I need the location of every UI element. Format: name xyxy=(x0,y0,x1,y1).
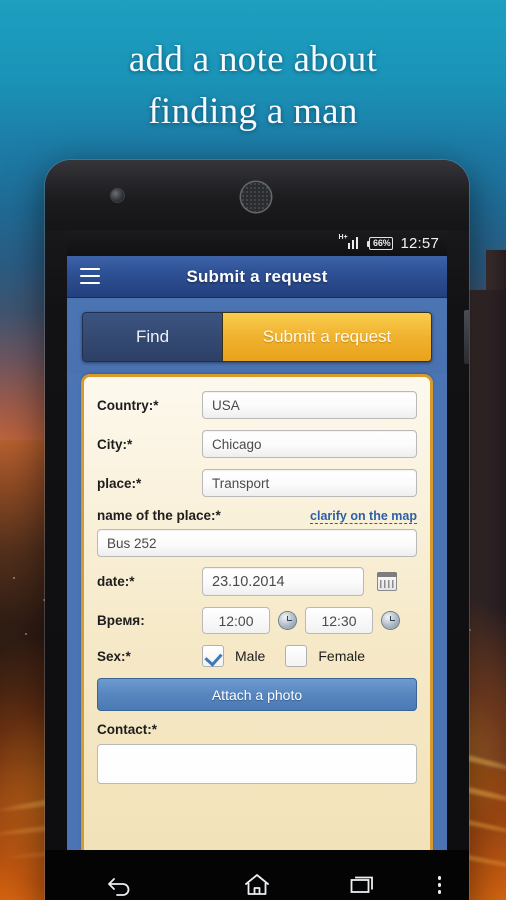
field-row-country: Country:* USA xyxy=(97,391,417,419)
phone-screen: H+ 66% 12:57 Submit a request Find Submi… xyxy=(67,230,447,850)
field-row-city: City:* Chicago xyxy=(97,430,417,458)
power-button[interactable] xyxy=(464,310,469,364)
time-to-input[interactable]: 12:30 xyxy=(305,607,373,634)
female-label: Female xyxy=(318,648,366,664)
place-name-label: name of the place:* xyxy=(97,508,221,523)
field-row-place: place:* Transport xyxy=(97,469,417,497)
phone-top-bezel xyxy=(45,160,469,230)
signal-bars-icon: H+ xyxy=(339,234,363,249)
field-row-time: Время: 12:00 12:30 xyxy=(97,607,417,634)
place-name-input[interactable]: Bus 252 xyxy=(97,529,417,557)
contact-label: Contact:* xyxy=(97,722,157,737)
promo-headline: add a note about finding a man xyxy=(0,34,506,138)
headline-line-2: finding a man xyxy=(148,91,358,132)
status-bar: H+ 66% 12:57 xyxy=(67,230,447,256)
front-camera-icon xyxy=(111,189,124,202)
clarify-on-map-link[interactable]: clarify on the map xyxy=(310,509,417,524)
place-input[interactable]: Transport xyxy=(202,469,417,497)
home-icon[interactable] xyxy=(198,872,317,898)
clock-icon[interactable] xyxy=(382,612,399,629)
battery-percent: 66% xyxy=(373,238,391,248)
tab-bar: Find Submit a request xyxy=(67,298,447,374)
male-label: Male xyxy=(235,648,266,664)
overflow-menu-icon[interactable] xyxy=(410,876,469,894)
calendar-icon[interactable] xyxy=(376,571,398,591)
app-bar: Submit a request xyxy=(67,256,447,298)
place-label: place:* xyxy=(97,475,142,491)
recents-icon[interactable] xyxy=(316,873,409,897)
tab-find[interactable]: Find xyxy=(82,312,222,362)
time-label: Время: xyxy=(97,613,145,628)
country-label: Country:* xyxy=(97,397,159,413)
earpiece-speaker-icon xyxy=(241,182,271,212)
page-title: Submit a request xyxy=(186,266,328,286)
status-clock: 12:57 xyxy=(400,234,439,252)
field-row-sex: Sex:* Male Female xyxy=(97,645,417,667)
checkbox-male[interactable] xyxy=(202,645,224,667)
android-nav-bar xyxy=(45,850,469,900)
request-form-card: Country:* USA City:* Chicago place:* Tra… xyxy=(81,374,433,850)
country-input[interactable]: USA xyxy=(202,391,417,419)
time-from-input[interactable]: 12:00 xyxy=(202,607,270,634)
phone-mockup: H+ 66% 12:57 Submit a request Find Submi… xyxy=(45,160,469,900)
checkbox-female[interactable] xyxy=(285,645,308,667)
battery-icon: 66% xyxy=(366,236,394,250)
back-icon[interactable] xyxy=(45,873,198,897)
hamburger-menu-icon[interactable] xyxy=(80,268,100,284)
sex-label: Sex:* xyxy=(97,648,131,664)
field-row-place-name: name of the place:* clarify on the map B… xyxy=(97,508,417,557)
clock-icon[interactable] xyxy=(279,612,296,629)
field-row-date: date:* 23.10.2014 xyxy=(97,567,417,596)
network-type-label: H+ xyxy=(338,234,348,241)
attach-photo-button[interactable]: Attach a photo xyxy=(97,678,417,711)
tab-submit-a-request[interactable]: Submit a request xyxy=(222,312,432,362)
city-label: City:* xyxy=(97,436,133,452)
headline-line-1: add a note about xyxy=(128,39,378,80)
date-label: date:* xyxy=(97,574,135,589)
date-input[interactable]: 23.10.2014 xyxy=(202,567,364,596)
contact-input[interactable] xyxy=(97,744,417,784)
city-input[interactable]: Chicago xyxy=(202,430,417,458)
